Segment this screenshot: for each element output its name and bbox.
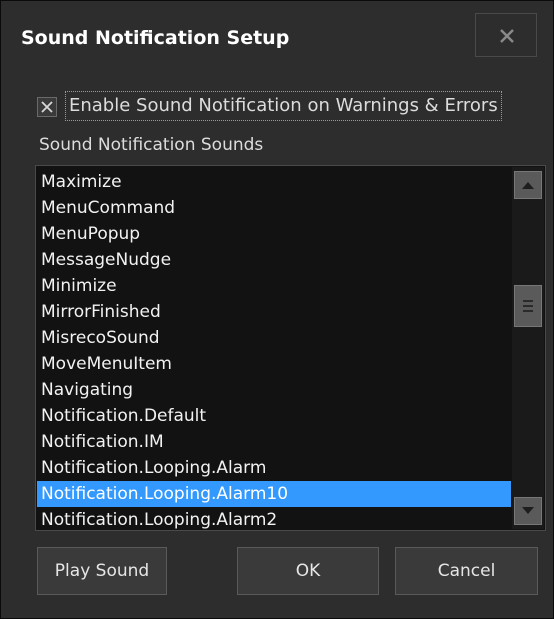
enable-notification-checkbox[interactable] [37, 97, 57, 117]
scroll-down-button[interactable] [514, 497, 542, 525]
list-item[interactable]: MisrecoSound [37, 325, 511, 351]
close-button[interactable] [475, 13, 537, 57]
list-item[interactable]: MirrorFinished [37, 299, 511, 325]
list-item-selected[interactable]: Notification.Looping.Alarm10 [37, 481, 511, 507]
list-item[interactable]: Navigating [37, 377, 511, 403]
sounds-list-label: Sound Notification Sounds [39, 135, 264, 155]
list-item[interactable]: MenuCommand [37, 195, 511, 221]
play-sound-button[interactable]: Play Sound [37, 547, 167, 595]
list-item[interactable]: Notification.Looping.Alarm [37, 455, 511, 481]
arrow-down-icon [522, 507, 534, 514]
list-item[interactable]: Notification.Default [37, 403, 511, 429]
scroll-up-button[interactable] [514, 171, 542, 199]
cancel-button[interactable]: Cancel [395, 547, 538, 595]
list-item[interactable]: Maximize [37, 169, 511, 195]
sound-notification-dialog: Sound Notification Setup Enable Sound No… [0, 0, 554, 619]
sounds-listbox[interactable]: Maximize MenuCommand MenuPopup MessageNu… [35, 165, 546, 531]
thumb-grip-line [523, 300, 533, 302]
scroll-thumb[interactable] [514, 285, 542, 327]
list-item[interactable]: MenuPopup [37, 221, 511, 247]
checkbox-x-icon [41, 101, 53, 113]
ok-button[interactable]: OK [237, 547, 379, 595]
enable-notification-label[interactable]: Enable Sound Notification on Warnings & … [65, 91, 502, 121]
list-item[interactable]: MessageNudge [37, 247, 511, 273]
list-item[interactable]: Minimize [37, 273, 511, 299]
list-item[interactable]: MoveMenuItem [37, 351, 511, 377]
sounds-list: Maximize MenuCommand MenuPopup MessageNu… [37, 169, 511, 530]
arrow-up-icon [522, 182, 534, 189]
thumb-grip-line [523, 305, 533, 307]
close-icon [500, 29, 514, 43]
thumb-grip-line [523, 310, 533, 312]
list-scrollbar[interactable] [512, 167, 544, 529]
title-bar[interactable]: Sound Notification Setup [1, 1, 553, 63]
list-item[interactable]: Notification.Looping.Alarm2 [37, 507, 511, 530]
dialog-title: Sound Notification Setup [21, 27, 290, 49]
list-item[interactable]: Notification.IM [37, 429, 511, 455]
